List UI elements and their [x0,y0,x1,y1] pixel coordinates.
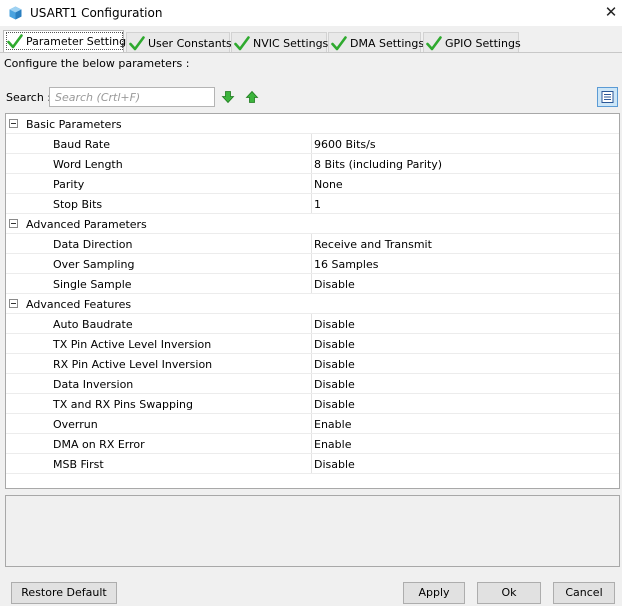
parameter-grid: Basic Parameters Baud Rate 9600 Bits/s W… [5,113,620,489]
search-label: Search : [6,91,51,104]
param-value[interactable]: Enable [314,418,351,431]
group-label: Advanced Features [26,298,132,311]
tab-bar: Parameter Settings User Constants NVIC S… [0,30,622,52]
param-row-word-length[interactable]: Word Length 8 Bits (including Parity) [6,154,619,174]
ok-button[interactable]: Ok [477,582,541,604]
param-name: Baud Rate [53,138,110,151]
cancel-button[interactable]: Cancel [553,582,615,604]
apply-button[interactable]: Apply [403,582,465,604]
group-label: Advanced Parameters [26,218,147,231]
param-name: TX and RX Pins Swapping [53,398,193,411]
group-row-advanced-features[interactable]: Advanced Features [6,294,619,314]
param-row-auto-baudrate[interactable]: Auto Baudrate Disable [6,314,619,334]
tab-gpio-settings[interactable]: GPIO Settings [423,32,521,52]
param-name: Over Sampling [53,258,135,271]
collapse-icon[interactable] [9,119,18,128]
param-name: TX Pin Active Level Inversion [53,338,212,351]
check-icon [426,35,442,50]
restore-default-button[interactable]: Restore Default [11,582,117,604]
param-value[interactable]: None [314,178,343,191]
param-row-data-direction[interactable]: Data Direction Receive and Transmit [6,234,619,254]
tab-nvic-settings[interactable]: NVIC Settings [231,32,329,52]
arrow-down-icon[interactable] [221,90,235,104]
param-name: Data Inversion [53,378,134,391]
param-row-baud-rate[interactable]: Baud Rate 9600 Bits/s [6,134,619,154]
tab-label: DMA Settings [350,36,425,50]
param-value[interactable]: Enable [314,438,351,451]
param-name: DMA on RX Error [53,438,145,451]
tab-label: User Constants [148,36,232,50]
group-row-advanced-parameters[interactable]: Advanced Parameters [6,214,619,234]
param-name: Auto Baudrate [53,318,133,331]
param-value[interactable]: 9600 Bits/s [314,138,376,151]
param-row-tx-pin-inversion[interactable]: TX Pin Active Level Inversion Disable [6,334,619,354]
param-row-dma-on-rx-error[interactable]: DMA on RX Error Enable [6,434,619,454]
param-value[interactable]: Disable [314,458,355,471]
param-name: Word Length [53,158,123,171]
close-button[interactable]: ✕ [604,4,618,20]
tab-label: GPIO Settings [445,36,521,50]
tab-user-constants[interactable]: User Constants [126,32,232,52]
param-value[interactable]: Disable [314,398,355,411]
param-value[interactable]: Disable [314,278,355,291]
check-icon [129,35,145,50]
list-view-icon [601,91,614,103]
param-name: Single Sample [53,278,132,291]
title-bar: USART1 Configuration ✕ [0,0,622,26]
list-view-button[interactable] [597,87,618,107]
window-title: USART1 Configuration [30,6,163,20]
param-row-rx-pin-inversion[interactable]: RX Pin Active Level Inversion Disable [6,354,619,374]
search-input[interactable] [49,87,215,107]
param-row-msb-first[interactable]: MSB First Disable [6,454,619,474]
param-value[interactable]: 16 Samples [314,258,378,271]
param-name: Overrun [53,418,98,431]
collapse-icon[interactable] [9,219,18,228]
parameter-description-box [5,495,620,567]
param-value[interactable]: Receive and Transmit [314,238,432,251]
tab-label: Parameter Settings [26,34,132,48]
tab-dma-settings[interactable]: DMA Settings [328,32,425,52]
param-value[interactable]: 8 Bits (including Parity) [314,158,442,171]
param-name: Data Direction [53,238,133,251]
param-row-pins-swapping[interactable]: TX and RX Pins Swapping Disable [6,394,619,414]
check-icon [234,35,250,50]
param-row-over-sampling[interactable]: Over Sampling 16 Samples [6,254,619,274]
panel-description: Configure the below parameters : [4,57,190,70]
param-value[interactable]: 1 [314,198,321,211]
param-name: RX Pin Active Level Inversion [53,358,213,371]
param-row-data-inversion[interactable]: Data Inversion Disable [6,374,619,394]
collapse-icon[interactable] [9,299,18,308]
param-name: MSB First [53,458,104,471]
param-row-single-sample[interactable]: Single Sample Disable [6,274,619,294]
param-name: Stop Bits [53,198,103,211]
arrow-up-icon[interactable] [245,90,259,104]
check-icon [331,35,347,50]
param-row-overrun[interactable]: Overrun Enable [6,414,619,434]
tab-parameter-settings[interactable]: Parameter Settings [3,30,132,52]
tab-label: NVIC Settings [253,36,329,50]
param-name: Parity [53,178,85,191]
param-value[interactable]: Disable [314,338,355,351]
param-value[interactable]: Disable [314,318,355,331]
param-row-parity[interactable]: Parity None [6,174,619,194]
group-label: Basic Parameters [26,118,122,131]
check-icon [7,33,23,48]
param-value[interactable]: Disable [314,378,355,391]
param-value[interactable]: Disable [314,358,355,371]
group-row-basic-parameters[interactable]: Basic Parameters [6,114,619,134]
app-cube-icon [9,6,22,20]
param-row-stop-bits[interactable]: Stop Bits 1 [6,194,619,214]
